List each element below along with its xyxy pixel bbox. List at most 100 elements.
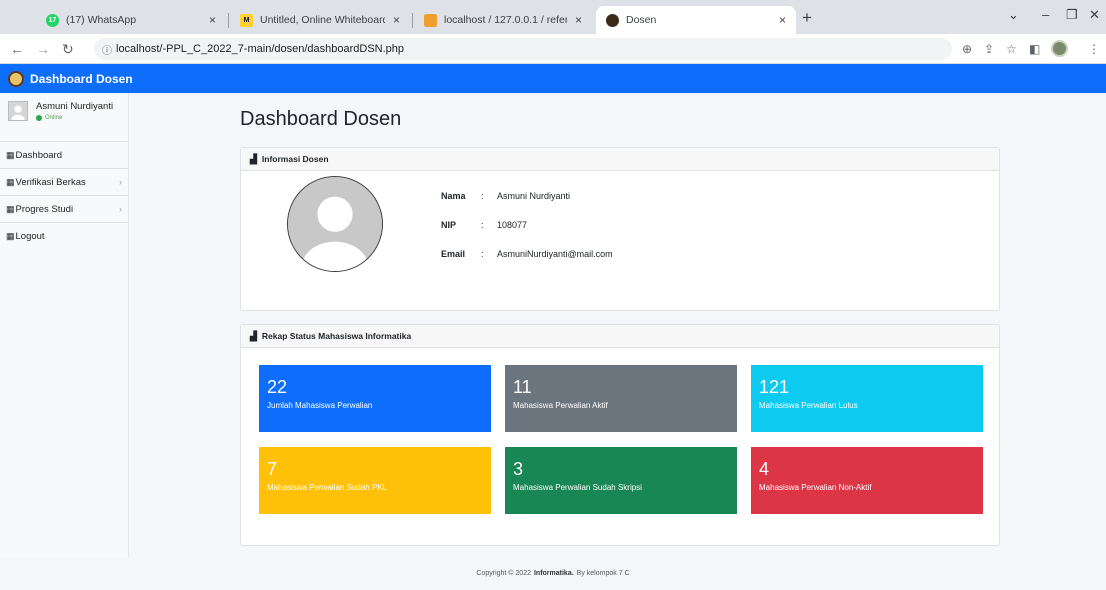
url-input[interactable]: ⓘ localhost/-PPL_C_2022_7-main/dosen/das… bbox=[94, 38, 952, 60]
field-value: 108077 bbox=[497, 220, 528, 230]
online-dot-icon bbox=[36, 115, 42, 121]
sidebar-item-label: Dashboard bbox=[15, 149, 62, 161]
app-title[interactable]: Dashboard Dosen bbox=[30, 72, 133, 86]
app-header: Dashboard Dosen bbox=[0, 64, 1106, 93]
info-icon[interactable]: ⓘ bbox=[102, 42, 112, 57]
card-header: ▟ Informasi Dosen bbox=[241, 148, 999, 171]
tab-separator bbox=[412, 13, 413, 28]
forward-arrow-icon[interactable]: → bbox=[36, 41, 50, 57]
footer: Copyright © 2022 Informatika. By kelompo… bbox=[0, 557, 1106, 590]
dosen-icon bbox=[606, 13, 619, 27]
card-header: ▟ Rekap Status Mahasiswa Informatika bbox=[241, 325, 999, 348]
stat-label: Mahasiswa Perwalian Sudah PKL bbox=[267, 483, 388, 492]
stat-value: 3 bbox=[513, 459, 524, 479]
browser-tab-bar: 17 (17) WhatsApp × M Untitled, Online Wh… bbox=[0, 0, 1106, 34]
close-icon[interactable]: × bbox=[209, 13, 216, 27]
stat-label: Mahasiswa Perwalian Sudah Skripsi bbox=[513, 483, 642, 492]
chart-area-icon: ▟ bbox=[250, 153, 257, 164]
table-icon: ▦ bbox=[6, 149, 15, 160]
browser-tab-whatsapp[interactable]: 17 (17) WhatsApp × bbox=[36, 6, 226, 34]
tab-title: Untitled, Online Whiteboard for bbox=[260, 14, 385, 26]
sidebar-item-label: Progres Studi bbox=[15, 203, 74, 215]
sidebar-item-progres-studi[interactable]: ▦ Progres Studi › bbox=[0, 196, 128, 223]
footer-credit: By kelompok 7 C bbox=[576, 570, 630, 577]
url-text: localhost/-PPL_C_2022_7-main/dosen/dashb… bbox=[116, 43, 405, 55]
stat-label: Mahasiswa Perwalian Lulus bbox=[759, 401, 858, 410]
table-icon: ▦ bbox=[6, 203, 15, 214]
user-name: Asmuni Nurdiyanti bbox=[36, 101, 114, 112]
stat-card-non-aktif[interactable]: 4 Mahasiswa Perwalian Non-Aktif bbox=[751, 447, 983, 514]
stat-value: 11 bbox=[513, 377, 532, 397]
close-icon[interactable]: × bbox=[393, 13, 400, 27]
reload-icon[interactable]: ↻ bbox=[62, 41, 74, 58]
info-row-email: Email : AsmuniNurdiyanti@mail.com bbox=[441, 249, 613, 259]
field-label: Nama bbox=[441, 191, 466, 201]
stat-value: 121 bbox=[759, 377, 790, 397]
user-status: Online bbox=[36, 115, 62, 121]
tab-title: (17) WhatsApp bbox=[66, 14, 137, 26]
stat-value: 22 bbox=[267, 377, 288, 397]
close-icon[interactable]: × bbox=[779, 13, 786, 27]
info-row-nip: NIP : 108077 bbox=[441, 220, 527, 230]
back-arrow-icon[interactable]: ← bbox=[10, 41, 24, 57]
sidebar-item-verifikasi-berkas[interactable]: ▦ Verifikasi Berkas › bbox=[0, 169, 128, 196]
share-icon[interactable]: ⇪ bbox=[984, 42, 994, 56]
stat-card-sudah-pkl[interactable]: 7 Mahasiswa Perwalian Sudah PKL bbox=[259, 447, 491, 514]
restore-icon[interactable]: ❐ bbox=[1066, 7, 1078, 23]
bookmark-star-icon[interactable]: ☆ bbox=[1006, 42, 1017, 56]
sidebar-item-dashboard[interactable]: ▦ Dashboard bbox=[0, 142, 128, 169]
info-dosen-card: ▟ Informasi Dosen Nama : Asmuni Nurdiyan… bbox=[240, 147, 1000, 311]
close-icon[interactable]: × bbox=[575, 13, 582, 27]
chevron-right-icon: › bbox=[119, 177, 122, 187]
new-tab-icon[interactable]: + bbox=[802, 8, 812, 28]
chevron-right-icon: › bbox=[119, 204, 122, 214]
info-row-nama: Nama : Asmuni Nurdiyanti bbox=[441, 191, 570, 201]
sidebar: Asmuni Nurdiyanti Online ▦ Dashboard ▦ V… bbox=[0, 93, 129, 557]
stat-card-jumlah-perwalian[interactable]: 22 Jumlah Mahasiswa Perwalian bbox=[259, 365, 491, 432]
field-separator: : bbox=[481, 249, 484, 259]
stat-card-sudah-skripsi[interactable]: 3 Mahasiswa Perwalian Sudah Skripsi bbox=[505, 447, 737, 514]
browser-tab-miro[interactable]: M Untitled, Online Whiteboard for × bbox=[230, 6, 410, 34]
field-label: NIP bbox=[441, 220, 457, 230]
field-separator: : bbox=[481, 191, 484, 201]
profile-avatar[interactable] bbox=[1051, 40, 1068, 57]
whatsapp-icon: 17 bbox=[46, 13, 59, 27]
tab-title: Dosen bbox=[626, 14, 657, 26]
page-title: Dashboard Dosen bbox=[240, 108, 402, 130]
card-header-title: Informasi Dosen bbox=[261, 154, 329, 164]
zoom-icon[interactable]: ⊕ bbox=[962, 42, 972, 56]
stat-card-perwalian-lulus[interactable]: 121 Mahasiswa Perwalian Lulus bbox=[751, 365, 983, 432]
phpmyadmin-icon bbox=[424, 13, 437, 27]
stat-label: Mahasiswa Perwalian Non-Aktif bbox=[759, 483, 872, 492]
sidebar-item-label: Verifikasi Berkas bbox=[15, 176, 86, 188]
minimize-icon[interactable]: – bbox=[1042, 7, 1049, 22]
browser-menu-icon[interactable]: ⋮ bbox=[1088, 42, 1100, 56]
browser-tab-dosen[interactable]: Dosen × bbox=[596, 6, 796, 34]
user-status-text: Online bbox=[45, 115, 63, 121]
card-header-title: Rekap Status Mahasiswa Informatika bbox=[261, 331, 412, 341]
miro-icon: M bbox=[240, 13, 253, 27]
tab-search-chevron-icon[interactable]: ⌄ bbox=[1008, 7, 1019, 23]
profile-photo bbox=[287, 176, 383, 272]
field-value: AsmuniNurdiyanti@mail.com bbox=[497, 249, 613, 259]
stat-card-perwalian-aktif[interactable]: 11 Mahasiswa Perwalian Aktif bbox=[505, 365, 737, 432]
copyright-text: Copyright © 2022 bbox=[476, 570, 531, 577]
user-avatar bbox=[8, 101, 28, 121]
browser-tab-phpmyadmin[interactable]: localhost / 127.0.0.1 / referensi / × bbox=[414, 6, 592, 34]
tab-separator bbox=[228, 13, 229, 28]
table-icon: ▦ bbox=[6, 176, 15, 187]
sidebar-item-label: Logout bbox=[15, 231, 45, 242]
address-bar: ← → ↻ ⓘ localhost/-PPL_C_2022_7-main/dos… bbox=[0, 34, 1106, 64]
stat-label: Jumlah Mahasiswa Perwalian bbox=[267, 401, 373, 410]
stat-value: 7 bbox=[267, 459, 278, 479]
sidebar-item-logout[interactable]: ▦ Logout bbox=[0, 223, 128, 250]
side-panel-icon[interactable]: ◧ bbox=[1029, 42, 1040, 56]
field-separator: : bbox=[481, 220, 484, 230]
window-close-icon[interactable]: ✕ bbox=[1089, 7, 1100, 23]
stat-value: 4 bbox=[759, 459, 770, 479]
footer-brand: Informatika. bbox=[533, 570, 574, 577]
field-value: Asmuni Nurdiyanti bbox=[497, 191, 571, 201]
chart-area-icon: ▟ bbox=[250, 330, 257, 341]
university-logo-icon bbox=[8, 70, 24, 87]
tab-title: localhost / 127.0.0.1 / referensi / bbox=[444, 14, 567, 26]
